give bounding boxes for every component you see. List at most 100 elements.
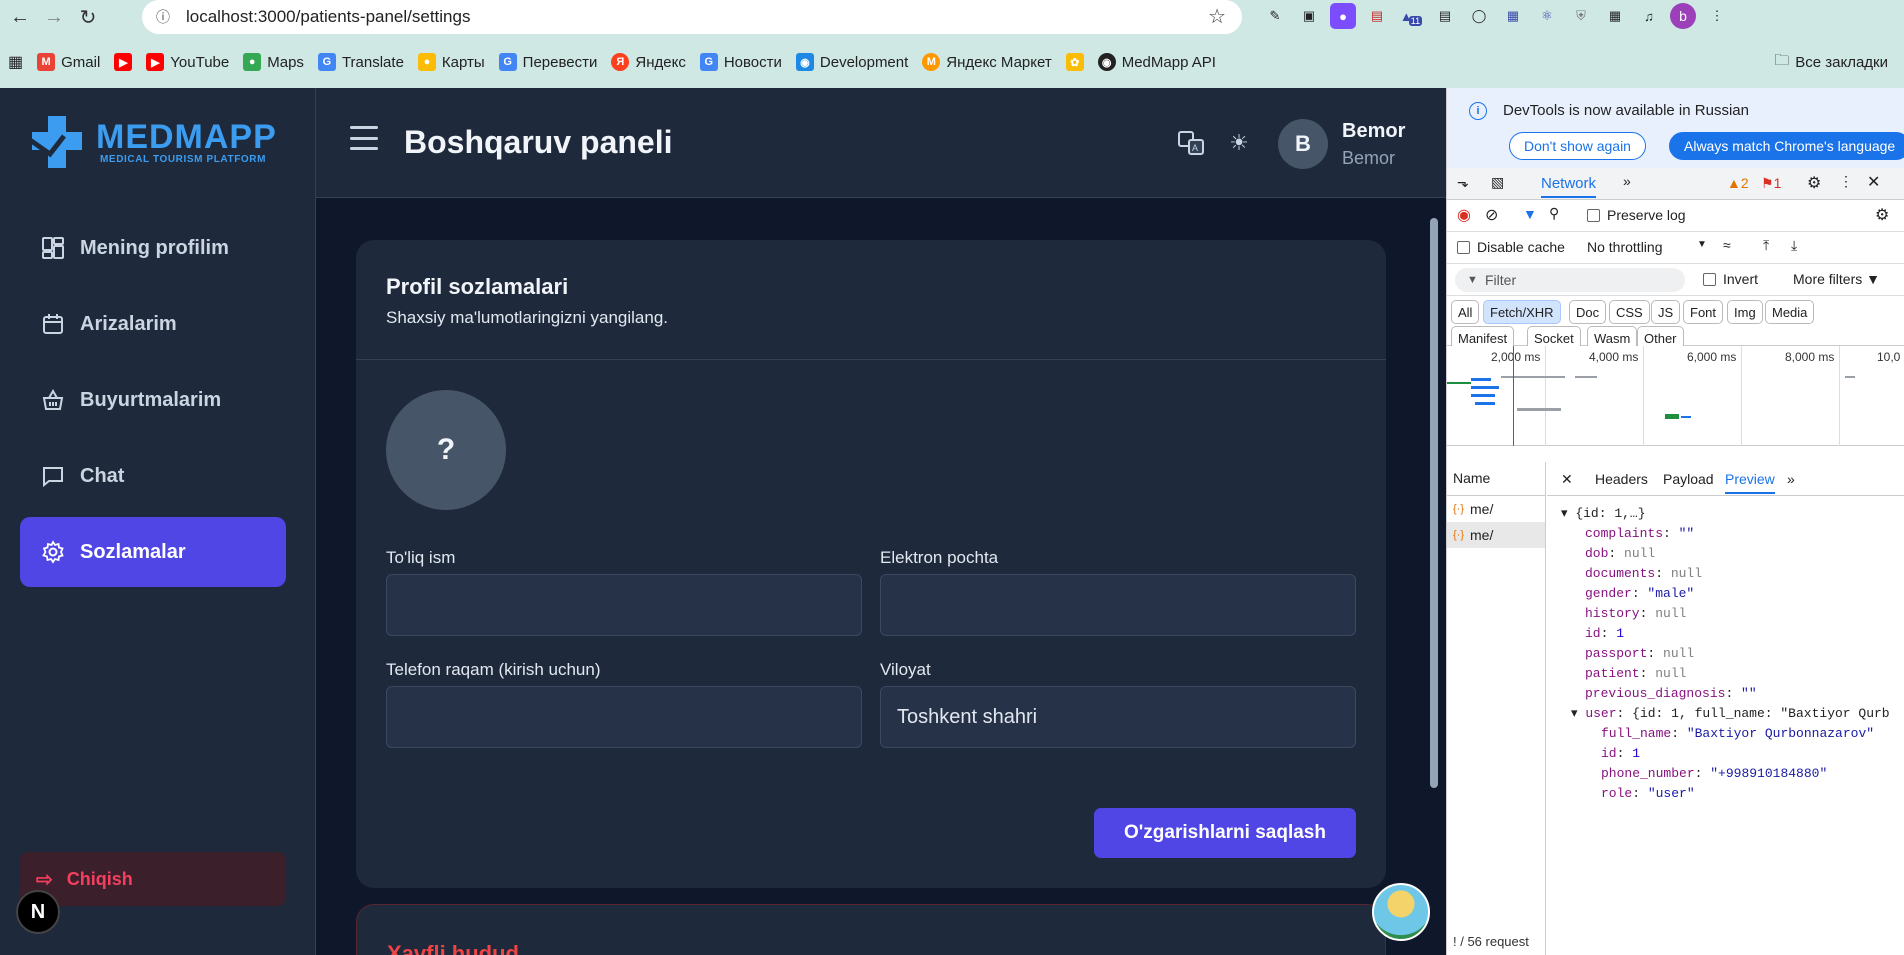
- throttling-select[interactable]: No throttling: [1587, 239, 1662, 255]
- tab-headers[interactable]: Headers: [1595, 471, 1648, 487]
- chip-js[interactable]: JS: [1651, 300, 1681, 324]
- network-timeline[interactable]: 2,000 ms 4,000 ms 6,000 ms 8,000 ms 10,0: [1447, 346, 1904, 446]
- bookmark-star-icon[interactable]: ☆: [1208, 4, 1226, 29]
- close-icon[interactable]: ✕: [1561, 471, 1573, 488]
- puzzle-icon[interactable]: ▦: [1602, 3, 1628, 29]
- react-icon[interactable]: ⚛: [1534, 3, 1560, 29]
- bookmark-gmail[interactable]: M Gmail: [37, 53, 100, 71]
- tab-network[interactable]: Network: [1541, 175, 1597, 198]
- json-user-node[interactable]: ▾ user: {id: 1, full_name: "Baxtiyor Qur…: [1561, 704, 1904, 724]
- scrollbar-thumb[interactable]: [1430, 218, 1438, 788]
- all-bookmarks[interactable]: 🗀 Все закладки: [1774, 50, 1888, 75]
- sidebar-item-chat[interactable]: Chat: [20, 441, 286, 511]
- media-icon[interactable]: ♫: [1636, 3, 1662, 29]
- apps-icon[interactable]: ▦: [8, 52, 23, 72]
- sidebar-item-orders[interactable]: Buyurtmalarim: [20, 365, 286, 435]
- bookmark-translate[interactable]: G Translate: [317, 53, 404, 71]
- bookmark-novosti[interactable]: G Новости: [699, 53, 782, 71]
- chip-media[interactable]: Media: [1765, 300, 1815, 324]
- name-column-header[interactable]: Name: [1447, 462, 1545, 496]
- close-icon[interactable]: ✕: [1867, 172, 1880, 192]
- logo[interactable]: MEDMAPP MEDICAL TOURISM PLATFORM: [28, 114, 277, 170]
- disable-cache-checkbox[interactable]: [1457, 241, 1470, 254]
- invert-checkbox[interactable]: [1703, 273, 1716, 286]
- preserve-log-checkbox[interactable]: [1587, 209, 1600, 222]
- search-icon[interactable]: ⚲: [1549, 205, 1559, 222]
- region-select[interactable]: Toshkent shahri: [880, 686, 1356, 748]
- chip-all[interactable]: All: [1451, 300, 1480, 324]
- extension-icon[interactable]: ▦: [1500, 3, 1526, 29]
- theme-sun-icon[interactable]: ☀: [1224, 128, 1254, 158]
- site-info-icon[interactable]: ⓘ: [150, 4, 176, 30]
- profile-avatar[interactable]: b: [1670, 3, 1696, 29]
- more-tabs-icon[interactable]: »: [1787, 471, 1795, 487]
- bookmark-yandex-market[interactable]: M Яндекс Маркет: [922, 53, 1052, 71]
- tab-preview[interactable]: Preview: [1725, 471, 1775, 494]
- download-icon[interactable]: ⤓: [1791, 237, 1797, 254]
- json-root[interactable]: ▾ {id: 1,…}: [1561, 504, 1904, 524]
- bookmark-maps[interactable]: ● Maps: [243, 53, 304, 71]
- more-tabs-icon[interactable]: »: [1623, 173, 1631, 189]
- bookmark-karty[interactable]: ● Карты: [417, 53, 485, 71]
- tab-payload[interactable]: Payload: [1663, 471, 1714, 487]
- record-icon[interactable]: ◉: [1457, 205, 1471, 225]
- nextjs-badge[interactable]: N: [16, 890, 60, 934]
- floating-widget-icon[interactable]: [1372, 883, 1430, 941]
- full-name-input[interactable]: [386, 574, 862, 636]
- clear-icon[interactable]: ⊘: [1485, 205, 1498, 225]
- url-text[interactable]: localhost:3000/patients-panel/settings: [186, 7, 470, 27]
- chip-fetch-xhr[interactable]: Fetch/XHR: [1483, 300, 1561, 324]
- network-settings-icon[interactable]: ⚙: [1875, 205, 1889, 225]
- bookmark-medmapp-api[interactable]: ◉ MedMapp API: [1097, 53, 1216, 71]
- extension-icon[interactable]: ●: [1330, 3, 1356, 29]
- back-icon[interactable]: ←: [6, 3, 34, 31]
- bookmark-yandex[interactable]: Я Яндекс: [611, 53, 686, 71]
- bookmark-development[interactable]: ◉ Development: [795, 53, 908, 71]
- extension-badge-icon[interactable]: ▲ 11: [1398, 3, 1424, 29]
- address-bar[interactable]: ⓘ localhost:3000/patients-panel/settings…: [142, 0, 1242, 34]
- bookmark-youtube[interactable]: ▶ YouTube: [146, 53, 229, 71]
- more-options-icon[interactable]: ⋮: [1839, 173, 1853, 190]
- profile-photo-placeholder[interactable]: ?: [386, 390, 506, 510]
- bookmark-photos[interactable]: ✿: [1065, 53, 1084, 71]
- sidebar-item-settings[interactable]: Sozlamalar: [20, 517, 286, 587]
- filter-input[interactable]: ▼ Filter: [1455, 268, 1685, 292]
- save-button[interactable]: O'zgarishlarni saqlash: [1094, 808, 1356, 858]
- extension-icon[interactable]: ◯: [1466, 3, 1492, 29]
- phone-input[interactable]: [386, 686, 862, 748]
- always-match-language-button[interactable]: Always match Chrome's language: [1669, 132, 1904, 160]
- bookmark-perevesti[interactable]: G Перевести: [498, 53, 597, 71]
- warning-count[interactable]: ▲2: [1727, 175, 1749, 191]
- gear-icon[interactable]: ⚙: [1807, 173, 1821, 193]
- chip-font[interactable]: Font: [1683, 300, 1724, 324]
- request-row-selected[interactable]: {·} me/: [1447, 522, 1545, 548]
- avatar[interactable]: B: [1278, 119, 1328, 169]
- chip-img[interactable]: Img: [1727, 300, 1763, 324]
- inspect-element-icon[interactable]: ⬎: [1457, 174, 1469, 191]
- dont-show-again-button[interactable]: Don't show again: [1509, 132, 1646, 160]
- shield-icon[interactable]: ⛨: [1568, 3, 1594, 29]
- translate-icon[interactable]: A: [1176, 128, 1206, 158]
- bookmark-youtube-icon[interactable]: ▶: [114, 53, 133, 71]
- sidebar-item-profile[interactable]: Mening profilim: [20, 213, 286, 283]
- page-scrollbar[interactable]: [1424, 198, 1446, 955]
- more-filters-dropdown[interactable]: More filters ▼: [1793, 271, 1880, 287]
- forward-icon[interactable]: →: [40, 3, 68, 31]
- filter-funnel-icon[interactable]: ▼: [1523, 206, 1537, 222]
- chip-doc[interactable]: Doc: [1569, 300, 1607, 324]
- chip-css[interactable]: CSS: [1609, 300, 1650, 324]
- error-count[interactable]: ⚑1: [1761, 175, 1781, 192]
- extension-icon[interactable]: ▣: [1296, 3, 1322, 29]
- menu-kebab-icon[interactable]: ⋮: [1704, 3, 1730, 29]
- upload-icon[interactable]: ⤒: [1763, 237, 1769, 254]
- device-toggle-icon[interactable]: ▧: [1491, 174, 1504, 191]
- request-row[interactable]: {·} me/: [1447, 496, 1545, 522]
- reload-icon[interactable]: ↻: [74, 3, 102, 31]
- hamburger-menu-icon[interactable]: [350, 126, 378, 150]
- logout-button[interactable]: ⇨ Chiqish: [20, 852, 286, 906]
- wifi-icon[interactable]: ≈: [1723, 237, 1731, 253]
- eyedropper-icon[interactable]: ✎: [1262, 3, 1288, 29]
- email-input[interactable]: [880, 574, 1356, 636]
- extension-icon[interactable]: ▤: [1432, 3, 1458, 29]
- extension-icon[interactable]: ▤: [1364, 3, 1390, 29]
